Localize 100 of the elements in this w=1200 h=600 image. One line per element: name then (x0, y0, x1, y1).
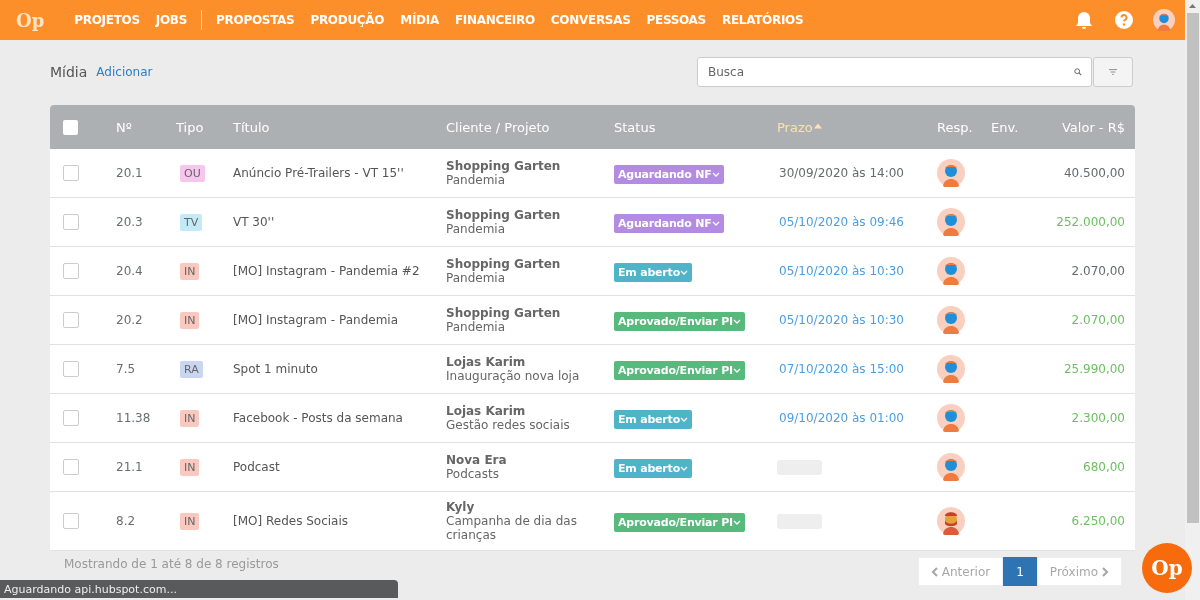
caret-icon (680, 415, 688, 423)
table-cell-text: 11.38 (115, 411, 152, 425)
table-cell-text: 2.300,00 (1070, 411, 1126, 425)
caret-icon (680, 268, 688, 276)
column-header[interactable]: Valor - R$ (1035, 119, 1135, 135)
table-cell-text: 20.1 (115, 166, 144, 180)
nav-link[interactable]: PROPOSTAS (208, 13, 303, 27)
client-name: Shopping Garten (446, 208, 562, 222)
row-checkbox[interactable] (63, 312, 79, 328)
deadline-date: 30/09/2020 às 14:00 (778, 166, 905, 180)
caret-icon (732, 366, 741, 374)
status-dropdown[interactable]: Aprovado/Enviar PI (614, 512, 745, 532)
row-checkbox[interactable] (63, 459, 79, 475)
column-header[interactable]: Cliente / Projeto (434, 119, 602, 135)
table-cell-text: 2.070,00 (1070, 264, 1126, 278)
row-checkbox[interactable] (63, 214, 79, 230)
column-header[interactable]: Nº (104, 119, 164, 135)
row-checkbox[interactable] (63, 165, 79, 181)
table-cell-text: 25.990,00 (1062, 362, 1126, 376)
table-cell-text: Spot 1 minuto (232, 362, 319, 376)
bell-icon[interactable] (1073, 9, 1095, 31)
table-cell-text: 40.500,00 (1062, 166, 1126, 180)
avatar-icon[interactable] (937, 507, 965, 535)
table-cell-text: 6.250,00 (1070, 514, 1126, 528)
avatar-icon[interactable] (937, 306, 965, 334)
help-icon[interactable] (1113, 9, 1135, 31)
column-header[interactable]: Status (602, 119, 765, 135)
table-cell-text: [MO] Instagram - Pandemia #2 (232, 264, 421, 278)
table-cell-text: 20.3 (115, 215, 144, 229)
sort-icon (813, 122, 822, 129)
project-name: Campanha de dia das crianças (446, 514, 578, 542)
scrollbar[interactable] (1185, 0, 1200, 600)
records-info: Mostrando de 1 até 8 de 8 registros (64, 557, 279, 571)
nav-link[interactable]: FINANCEIRO (446, 13, 543, 27)
project-name: Pandemia (446, 271, 507, 285)
table-cell-text: 21.1 (115, 460, 144, 474)
caret-icon (680, 464, 688, 472)
nav-link[interactable]: PESSOAS (638, 13, 714, 27)
chat-button[interactable]: Op (1142, 543, 1192, 593)
avatar-icon[interactable] (937, 257, 965, 285)
column-header[interactable]: Env. (979, 119, 1035, 135)
nav-link[interactable]: PROJETOS (66, 13, 148, 27)
column-header[interactable]: Resp. (925, 119, 979, 135)
status-dropdown[interactable]: Em aberto (614, 409, 692, 429)
filter-button[interactable] (1093, 57, 1133, 87)
caret-icon (732, 518, 741, 526)
nav-link[interactable]: MÍDIA (392, 13, 447, 27)
type-tag: IN (180, 512, 200, 530)
type-tag: IN (180, 409, 200, 427)
type-tag: IN (180, 311, 200, 329)
column-header[interactable]: Tipo (164, 119, 221, 135)
table-cell-text: [MO] Instagram - Pandemia (232, 313, 400, 327)
table-cell-text: 8.2 (115, 514, 137, 528)
avatar-icon[interactable] (937, 159, 965, 187)
caret-icon (711, 170, 720, 178)
status-dropdown[interactable]: Aguardando NF (614, 213, 724, 233)
table-cell-text: 2.070,00 (1070, 313, 1126, 327)
select-all-checkbox[interactable] (63, 119, 78, 135)
status-dropdown[interactable]: Aprovado/Enviar PI (614, 311, 745, 331)
table-cell-text: Facebook - Posts da semana (232, 411, 404, 425)
row-checkbox[interactable] (63, 513, 79, 529)
pagination-button[interactable]: 1 (1003, 557, 1037, 586)
type-tag: OU (180, 164, 205, 182)
status-dropdown[interactable]: Aprovado/Enviar PI (614, 360, 745, 380)
project-name: Gestão redes sociais (446, 418, 571, 432)
avatar-icon[interactable] (1153, 9, 1175, 31)
logo[interactable]: Op (16, 9, 45, 31)
deadline-date: 05/10/2020 às 10:30 (778, 264, 905, 278)
type-tag: IN (180, 458, 200, 476)
avatar-icon[interactable] (937, 355, 965, 383)
chevron-right-icon (1101, 566, 1109, 577)
status-dropdown[interactable]: Em aberto (614, 262, 692, 282)
row-checkbox[interactable] (63, 263, 79, 279)
status-dropdown[interactable]: Em aberto (614, 458, 692, 478)
avatar-icon[interactable] (937, 404, 965, 432)
row-checkbox[interactable] (63, 361, 79, 377)
client-name: Shopping Garten (446, 159, 562, 173)
client-name: Lojas Karim (446, 355, 527, 369)
avatar-icon[interactable] (937, 453, 965, 481)
deadline-date: 07/10/2020 às 15:00 (778, 362, 905, 376)
column-header[interactable]: Título (221, 119, 434, 135)
status-dropdown[interactable]: Aguardando NF (614, 164, 724, 184)
nav-link[interactable]: JOBS (147, 13, 196, 27)
search-field[interactable]: Busca (697, 57, 1092, 87)
column-header[interactable]: Prazo (765, 119, 925, 135)
nav-link[interactable]: RELATÓRIOS (713, 13, 812, 27)
chevron-left-icon (930, 566, 939, 577)
add-link[interactable]: Adicionar (96, 65, 153, 79)
row-checkbox[interactable] (63, 410, 79, 426)
avatar-icon[interactable] (937, 208, 965, 236)
client-name: Lojas Karim (446, 404, 527, 418)
type-tag: TV (180, 213, 203, 231)
table-cell-text: 680,00 (1082, 460, 1126, 474)
client-name: Shopping Garten (446, 257, 562, 271)
nav-link[interactable]: PRODUÇÃO (302, 13, 393, 27)
client-name: Shopping Garten (446, 306, 562, 320)
nav-link[interactable]: CONVERSAS (542, 13, 639, 27)
client-name: Nova Era (446, 453, 508, 467)
browser-status-bar: Aguardando api.hubspot.com... (0, 580, 398, 598)
caret-icon (711, 219, 720, 227)
